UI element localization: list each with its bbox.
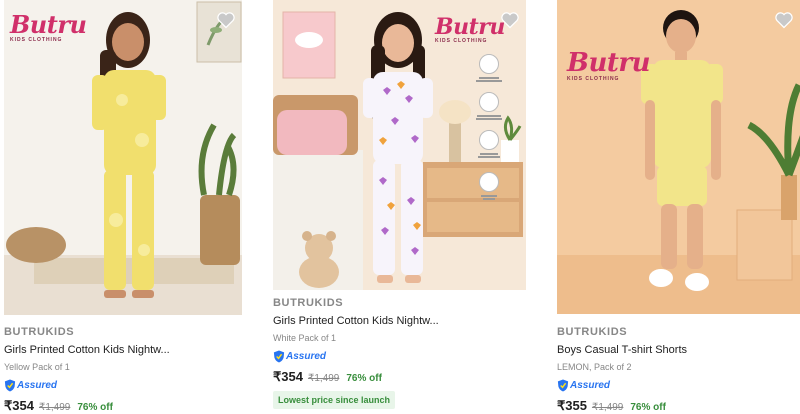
- assured-badge: Assured: [4, 378, 242, 392]
- selling-price: ₹354: [273, 369, 303, 384]
- product-photo-illustration: [4, 0, 242, 315]
- product-info: BUTRUKIDS Girls Printed Cotton Kids Nigh…: [4, 326, 242, 414]
- feature-caption-graphic: [475, 152, 503, 160]
- product-info: BUTRUKIDS Girls Printed Cotton Kids Nigh…: [273, 297, 526, 409]
- brand-logo-text: Butru: [567, 48, 651, 78]
- product-card[interactable]: Butru KIDS CLOTHING BUTRUKIDS Girls Prin…: [273, 0, 526, 414]
- original-price: ₹1,499: [591, 402, 624, 413]
- selling-price: ₹355: [557, 398, 587, 413]
- original-price: ₹1,499: [307, 373, 340, 384]
- discount-percent: 76% off: [630, 402, 666, 413]
- wishlist-heart-icon[interactable]: [500, 10, 520, 30]
- wishlist-heart-icon[interactable]: [216, 10, 236, 30]
- product-variant: White Pack of 1: [273, 333, 337, 343]
- price-row: ₹354 ₹1,499 76% off: [4, 398, 242, 414]
- product-brand: BUTRUKIDS: [557, 326, 628, 338]
- product-image[interactable]: Butru KIDS CLOTHING: [557, 0, 800, 314]
- assured-label: Assured: [570, 379, 611, 391]
- product-info: BUTRUKIDS Boys Casual T-shirt Shorts LEM…: [557, 326, 800, 414]
- discount-percent: 76% off: [77, 402, 113, 413]
- product-card[interactable]: Butru KIDS CLOTHING BUTRUKIDS Girls Prin…: [4, 0, 242, 414]
- brand-logo-text: Butru: [435, 14, 505, 40]
- discount-percent: 76% off: [346, 373, 382, 384]
- product-brand: BUTRUKIDS: [273, 297, 344, 309]
- brand-logo: Butru KIDS CLOTHING: [435, 14, 505, 44]
- fabric-feature-icon: [479, 54, 499, 74]
- product-title[interactable]: Girls Printed Cotton Kids Nightw...: [4, 344, 242, 356]
- price-row: ₹354 ₹1,499 76% off: [273, 369, 526, 385]
- selling-price: ₹354: [4, 398, 34, 413]
- product-variant: Yellow Pack of 1: [4, 362, 70, 372]
- product-variant: LEMON, Pack of 2: [557, 362, 632, 372]
- feature-caption-graphic: [475, 76, 503, 84]
- brand-logo: Butru KIDS CLOTHING: [567, 48, 651, 82]
- assured-badge: Assured: [273, 349, 526, 363]
- product-card[interactable]: Butru KIDS CLOTHING BUTRUKIDS Boys Casua…: [557, 0, 800, 414]
- product-image[interactable]: Butru KIDS CLOTHING: [4, 0, 242, 315]
- brand-logo: Butru KIDS CLOTHING: [10, 10, 87, 43]
- assured-label: Assured: [17, 379, 58, 391]
- original-price: ₹1,499: [38, 402, 71, 413]
- feature-caption-graphic: [475, 114, 503, 122]
- assured-shield-icon: [273, 349, 285, 363]
- wishlist-heart-icon[interactable]: [774, 10, 794, 30]
- fabric-feature-icon: [479, 130, 499, 150]
- fabric-feature-icon: [479, 92, 499, 112]
- product-title[interactable]: Girls Printed Cotton Kids Nightw...: [273, 315, 526, 327]
- assured-badge: Assured: [557, 378, 800, 392]
- lowest-price-badge: Lowest price since launch: [273, 391, 396, 409]
- assured-label: Assured: [286, 350, 327, 362]
- brand-logo-text: Butru: [10, 10, 87, 39]
- product-brand: BUTRUKIDS: [4, 326, 75, 338]
- assured-shield-icon: [557, 378, 569, 392]
- assured-shield-icon: [4, 378, 16, 392]
- feature-caption-graphic: [475, 194, 503, 202]
- fabric-feature-icon: [479, 172, 499, 192]
- product-image[interactable]: Butru KIDS CLOTHING: [273, 0, 526, 290]
- price-row: ₹355 ₹1,499 76% off: [557, 398, 800, 414]
- product-title[interactable]: Boys Casual T-shirt Shorts: [557, 344, 800, 356]
